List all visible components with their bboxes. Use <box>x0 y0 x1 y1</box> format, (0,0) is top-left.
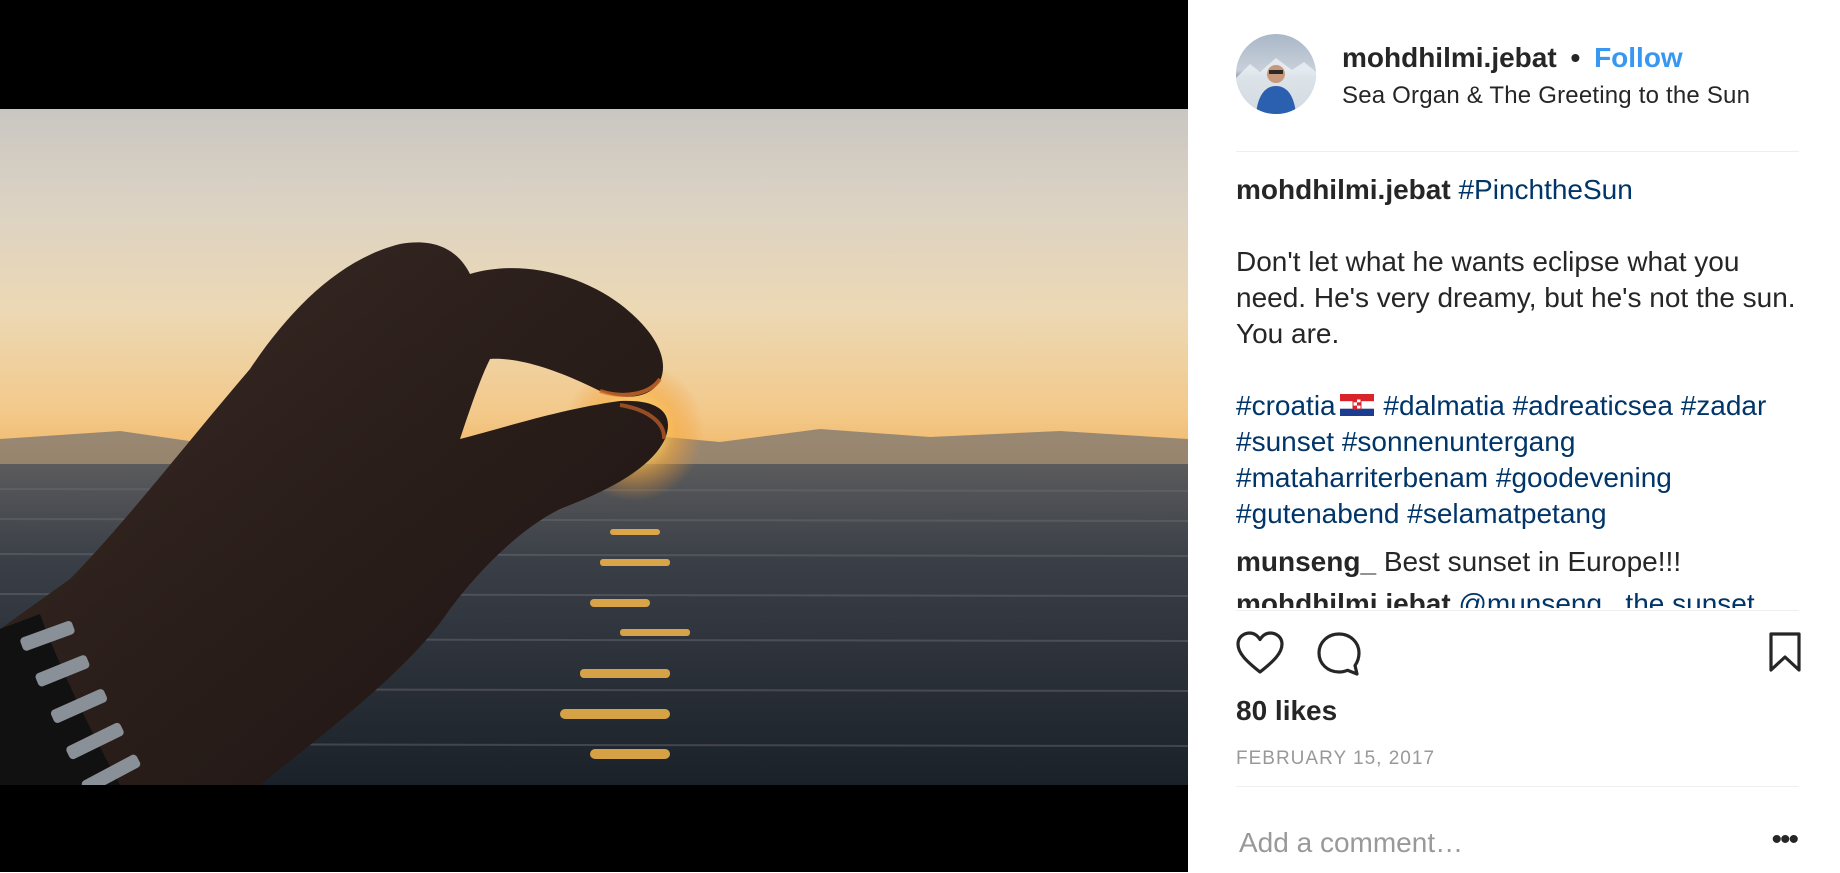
caption-hashtags: #croatia #dalmatia #adreaticsea #zadar #… <box>1236 388 1799 532</box>
caption-body: Don't let what he wants eclipse what you… <box>1236 246 1796 349</box>
post-date[interactable]: FEBRUARY 15, 2017 <box>1236 748 1435 770</box>
hashtag-link[interactable]: #dalmatia #adreaticsea #zadar <box>1383 390 1766 421</box>
add-comment-input[interactable]: Add a comment… <box>1239 827 1463 859</box>
comment-item: mohdhilmi.jebat @munseng_ the sunset <box>1236 586 1799 608</box>
sunset-hand-illustration <box>0 242 1188 785</box>
avatar[interactable] <box>1236 34 1316 114</box>
hashtag-link[interactable]: #mataharriterbenam #goodevening <box>1236 462 1672 493</box>
caption-username[interactable]: mohdhilmi.jebat <box>1236 174 1451 205</box>
comment-text: Best sunset in Europe!!! <box>1383 546 1682 577</box>
bookmark-icon[interactable] <box>1768 631 1802 673</box>
croatia-flag-icon <box>1339 394 1374 416</box>
hashtag-link[interactable]: #PinchtheSun <box>1458 174 1632 205</box>
action-bar <box>1236 610 1802 701</box>
media-area <box>0 0 1188 872</box>
comment-username[interactable]: munseng_ <box>1236 546 1376 577</box>
instagram-post: mohdhilmi.jebat • Follow Sea Organ & The… <box>0 0 1840 872</box>
post-location[interactable]: Sea Organ & The Greeting to the Sun <box>1342 82 1750 110</box>
likes-count[interactable]: 80 likes <box>1236 695 1337 727</box>
comment-item: munseng_ Best sunset in Europe!!! <box>1236 544 1799 580</box>
post-header: mohdhilmi.jebat • Follow Sea Organ & The… <box>1236 34 1799 152</box>
hashtag-link[interactable]: #sunset #sonnenuntergang <box>1236 426 1575 457</box>
post-photo[interactable] <box>0 109 1188 785</box>
add-comment-bar: Add a comment… ••• <box>1236 786 1799 873</box>
comment-username[interactable]: mohdhilmi.jebat <box>1236 588 1451 608</box>
comment-text: @munseng_ the sunset <box>1458 588 1755 608</box>
comments-list: mohdhilmi.jebat #PinchtheSun Don't let w… <box>1236 172 1799 608</box>
avatar-image <box>1236 58 1316 114</box>
author-line: mohdhilmi.jebat • Follow <box>1342 42 1683 74</box>
heart-icon[interactable] <box>1236 631 1284 675</box>
author-username[interactable]: mohdhilmi.jebat <box>1342 42 1557 73</box>
post-side-panel: mohdhilmi.jebat • Follow Sea Organ & The… <box>1188 0 1840 872</box>
separator-dot: • <box>1570 42 1581 73</box>
hashtag-link[interactable]: #croatia <box>1236 390 1336 421</box>
hashtag-link[interactable]: #gutenabend #selamatpetang <box>1236 498 1607 529</box>
follow-button[interactable]: Follow <box>1594 42 1683 73</box>
speech-bubble-icon[interactable] <box>1316 631 1362 677</box>
caption-title-line: mohdhilmi.jebat #PinchtheSun <box>1236 172 1799 208</box>
more-options-icon[interactable]: ••• <box>1771 823 1798 857</box>
